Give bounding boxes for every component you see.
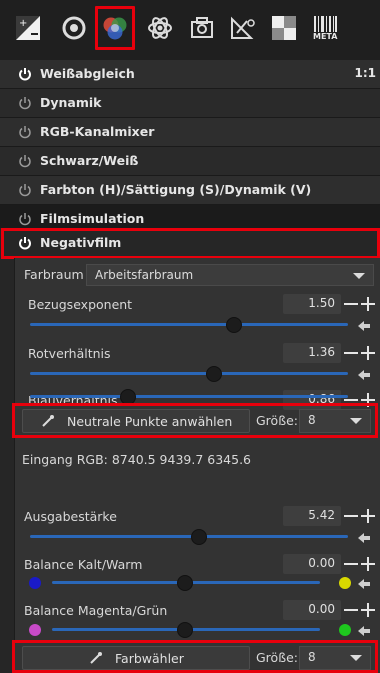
blauverhaeltnis-slider-track[interactable] bbox=[30, 395, 348, 398]
balance-magenta-gruen-label: Balance Magenta/Grün bbox=[24, 603, 168, 618]
minus-icon[interactable] bbox=[343, 508, 359, 524]
tool-negativfilm[interactable]: Negativfilm bbox=[0, 228, 380, 258]
farbraum-value: Arbeitsfarbraum bbox=[95, 268, 194, 282]
power-icon[interactable] bbox=[18, 236, 32, 250]
plus-icon[interactable] bbox=[360, 602, 376, 618]
reset-icon[interactable] bbox=[358, 577, 370, 589]
tool-label: Filmsimulation bbox=[40, 211, 145, 226]
tool-label: Weißabgleich bbox=[40, 66, 135, 81]
neutral-points-pick-button[interactable]: Neutrale Punkte anwählen bbox=[22, 409, 250, 433]
ausgabestaerke-label: Ausgabestärke bbox=[24, 509, 117, 524]
active-tab-highlight bbox=[95, 6, 135, 50]
transform-icon[interactable] bbox=[186, 12, 218, 44]
exposure-icon[interactable]: + bbox=[12, 12, 44, 44]
tool-label: Dynamik bbox=[40, 95, 102, 110]
detail-icon[interactable] bbox=[58, 12, 90, 44]
ausgabestaerke-slider-track[interactable] bbox=[30, 535, 348, 538]
minus-icon[interactable] bbox=[343, 345, 359, 361]
blauverhaeltnis-value[interactable]: 0.86 bbox=[283, 390, 341, 410]
tool-schwarz-weiss[interactable]: Schwarz/Weiß bbox=[0, 147, 380, 175]
rotverhaeltnis-slider-track[interactable] bbox=[30, 372, 348, 375]
plus-icon[interactable] bbox=[360, 345, 376, 361]
size-label-2: Größe: bbox=[256, 650, 298, 665]
tool-farbton-hsv[interactable]: Farbton (H)/Sättigung (S)/Dynamik (V) bbox=[0, 176, 380, 204]
balance-magenta-gruen-value[interactable]: 0.00 bbox=[283, 600, 341, 620]
meta-label: META bbox=[313, 32, 338, 41]
advanced-icon[interactable] bbox=[144, 12, 176, 44]
rotverhaeltnis-value[interactable]: 1.36 bbox=[283, 343, 341, 363]
balance-magenta-gruen-slider-knob[interactable] bbox=[177, 622, 193, 638]
farbwaehler-button[interactable]: Farbwähler bbox=[22, 646, 250, 670]
balance-kalt-warm-label: Balance Kalt/Warm bbox=[24, 557, 143, 572]
minus-icon[interactable] bbox=[343, 556, 359, 572]
plus-icon[interactable] bbox=[360, 392, 376, 408]
balance-kalt-warm-value[interactable]: 0.00 bbox=[283, 554, 341, 574]
tool-label: RGB-Kanalmixer bbox=[40, 124, 155, 139]
power-icon[interactable] bbox=[18, 154, 32, 168]
reset-icon[interactable] bbox=[358, 368, 370, 380]
tool-rgb-kanalmixer[interactable]: RGB-Kanalmixer bbox=[0, 118, 380, 146]
rotverhaeltnis-slider-knob[interactable] bbox=[206, 366, 222, 382]
farbwaehler-label: Farbwähler bbox=[115, 651, 184, 666]
tool-label: Negativfilm bbox=[40, 235, 122, 250]
green-color-dot bbox=[339, 624, 351, 636]
tool-label: Schwarz/Weiß bbox=[40, 153, 139, 168]
ausgabestaerke-value[interactable]: 5.42 bbox=[283, 506, 341, 526]
balance-kalt-warm-slider-knob[interactable] bbox=[177, 575, 193, 591]
tool-tab-bar: + META bbox=[0, 0, 380, 61]
size-combo-2[interactable]: 8 bbox=[299, 646, 371, 670]
meta-barcode-icon[interactable]: META bbox=[309, 12, 341, 44]
tool-dynamik[interactable]: Dynamik bbox=[0, 89, 380, 117]
reset-icon[interactable] bbox=[358, 624, 370, 636]
cold-color-dot bbox=[29, 577, 41, 589]
eyedropper-icon bbox=[42, 415, 54, 427]
chevron-down-icon bbox=[353, 273, 365, 279]
power-icon[interactable] bbox=[18, 67, 32, 81]
reset-icon[interactable] bbox=[358, 531, 370, 543]
size-value: 8 bbox=[308, 413, 316, 427]
bezugsexponent-slider-track[interactable] bbox=[30, 323, 348, 326]
minus-icon[interactable] bbox=[343, 602, 359, 618]
ausgabestaerke-slider-knob[interactable] bbox=[191, 529, 207, 545]
plus-icon[interactable] bbox=[360, 508, 376, 524]
warm-color-dot bbox=[339, 577, 351, 589]
farbraum-label: Farbraum bbox=[24, 267, 84, 282]
size-value-2: 8 bbox=[308, 650, 316, 664]
bezugsexponent-label: Bezugsexponent bbox=[28, 297, 133, 312]
plus-icon[interactable] bbox=[360, 556, 376, 572]
eyedropper-icon bbox=[90, 652, 102, 664]
bezugsexponent-slider-knob[interactable] bbox=[226, 317, 242, 333]
power-icon[interactable] bbox=[18, 183, 32, 197]
minus-icon[interactable] bbox=[343, 296, 359, 312]
ratio-label: 1:1 bbox=[354, 66, 377, 80]
size-combo[interactable]: 8 bbox=[299, 409, 371, 433]
reset-icon[interactable] bbox=[358, 319, 370, 331]
favorites-icon[interactable] bbox=[268, 12, 300, 44]
blauverhaeltnis-slider-knob[interactable] bbox=[120, 389, 136, 405]
svg-text:+: + bbox=[19, 18, 27, 29]
farbraum-combo[interactable]: Arbeitsfarbraum bbox=[86, 264, 374, 286]
plus-icon[interactable] bbox=[360, 296, 376, 312]
rotverhaeltnis-label: Rotverhältnis bbox=[28, 346, 111, 361]
magenta-color-dot bbox=[29, 624, 41, 636]
raw-icon[interactable] bbox=[227, 12, 259, 44]
tool-label: Farbton (H)/Sättigung (S)/Dynamik (V) bbox=[40, 182, 312, 197]
chevron-down-icon bbox=[350, 655, 362, 661]
power-icon[interactable] bbox=[18, 212, 32, 226]
neutral-points-label: Neutrale Punkte anwählen bbox=[67, 414, 233, 429]
chevron-down-icon bbox=[350, 418, 362, 424]
eingang-rgb-readout: Eingang RGB: 8740.5 9439.7 6345.6 bbox=[22, 452, 252, 467]
tool-weissabgleich[interactable]: Weißabgleich 1:1 bbox=[0, 60, 380, 88]
power-icon[interactable] bbox=[18, 96, 32, 110]
power-icon[interactable] bbox=[18, 125, 32, 139]
bezugsexponent-value[interactable]: 1.50 bbox=[283, 294, 341, 314]
size-label: Größe: bbox=[256, 413, 298, 428]
